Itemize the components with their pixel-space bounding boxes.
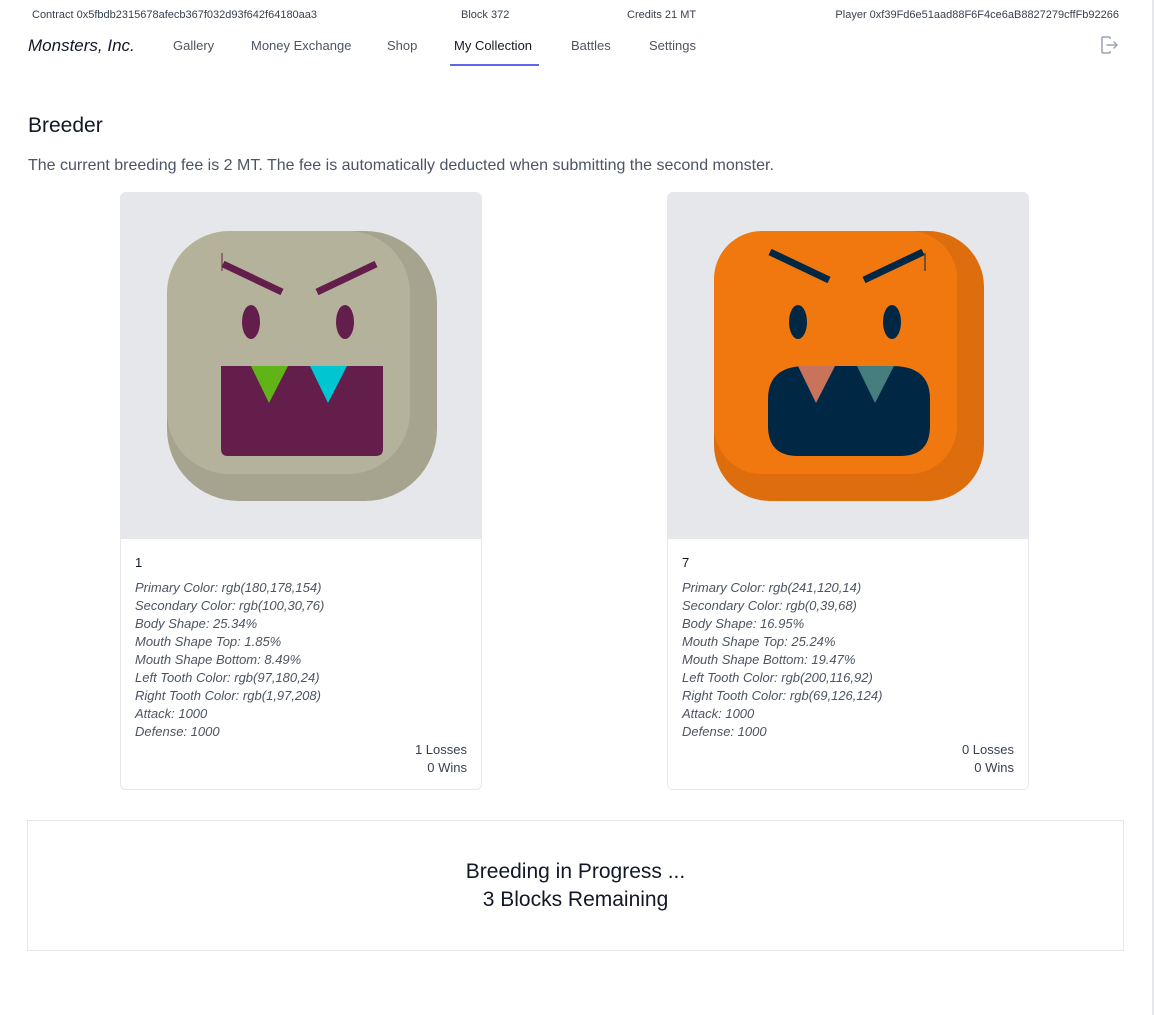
breeding-status-text: Breeding in Progress ... bbox=[465, 860, 686, 883]
attr-mouth-bottom: Mouth Shape Bottom: 8.49% bbox=[135, 652, 302, 667]
nav-gallery[interactable]: Gallery bbox=[173, 38, 214, 53]
contract-address: Contract 0x5fbdb2315678afecb367f032d93f6… bbox=[32, 9, 318, 21]
monster-image bbox=[121, 193, 481, 539]
battle-record: 1 Losses 0 Wins bbox=[415, 741, 467, 777]
credits-balance: Credits 21 MT bbox=[627, 9, 697, 21]
attr-right-tooth-color: Right Tooth Color: rgb(1,97,208) bbox=[135, 688, 321, 703]
nav-settings[interactable]: Settings bbox=[649, 38, 696, 53]
monster-avatar-1 bbox=[167, 231, 437, 501]
attr-body-shape: Body Shape: 25.34% bbox=[135, 616, 258, 631]
breeding-fee-text: The current breeding fee is 2 MT. The fe… bbox=[28, 157, 774, 174]
nav-my-collection[interactable]: My Collection bbox=[454, 38, 532, 53]
page-title: Breeder bbox=[28, 114, 103, 137]
monster-attributes: Primary Color: rgb(180,178,154) Secondar… bbox=[135, 579, 324, 741]
breeding-status-panel: Breeding in Progress ... 3 Blocks Remain… bbox=[27, 820, 1124, 951]
attr-mouth-top: Mouth Shape Top: 25.24% bbox=[682, 634, 836, 649]
player-address: Player 0xf39Fd6e51aad88F6F4ce6aB8827279c… bbox=[835, 9, 1119, 21]
losses-count: 0 Losses bbox=[961, 742, 1014, 757]
attr-defense: Defense: 1000 bbox=[135, 724, 220, 739]
blocks-remaining-text: 3 Blocks Remaining bbox=[482, 888, 669, 911]
attr-primary-color: Primary Color: rgb(241,120,14) bbox=[682, 580, 862, 595]
monster-avatar-7 bbox=[714, 231, 984, 501]
attr-primary-color: Primary Color: rgb(180,178,154) bbox=[135, 580, 322, 595]
block-number: Block 372 bbox=[461, 9, 510, 21]
wins-count: 0 Wins bbox=[974, 760, 1014, 775]
logout-icon[interactable] bbox=[1099, 35, 1119, 55]
attr-mouth-top: Mouth Shape Top: 1.85% bbox=[135, 634, 282, 649]
battle-record: 0 Losses 0 Wins bbox=[962, 741, 1014, 777]
attr-attack: Attack: 1000 bbox=[135, 706, 208, 721]
nav-money-exchange[interactable]: Money Exchange bbox=[251, 38, 351, 53]
nav-shop[interactable]: Shop bbox=[387, 38, 417, 53]
attr-left-tooth-color: Left Tooth Color: rgb(200,116,92) bbox=[682, 670, 873, 685]
monster-card-1[interactable]: 1 Primary Color: rgb(180,178,154) Second… bbox=[120, 192, 482, 790]
losses-count: 1 Losses bbox=[414, 742, 467, 757]
attr-attack: Attack: 1000 bbox=[682, 706, 755, 721]
attr-mouth-bottom: Mouth Shape Bottom: 19.47% bbox=[682, 652, 856, 667]
monster-attributes: Primary Color: rgb(241,120,14) Secondary… bbox=[682, 579, 882, 741]
attr-secondary-color: Secondary Color: rgb(0,39,68) bbox=[682, 598, 857, 613]
attr-body-shape: Body Shape: 16.95% bbox=[682, 616, 805, 631]
attr-right-tooth-color: Right Tooth Color: rgb(69,126,124) bbox=[682, 688, 883, 703]
attr-left-tooth-color: Left Tooth Color: rgb(97,180,24) bbox=[135, 670, 320, 685]
chain-info-bar: Contract 0x5fbdb2315678afecb367f032d93f6… bbox=[0, 9, 1154, 23]
monster-id: 7 bbox=[682, 555, 690, 570]
attr-secondary-color: Secondary Color: rgb(100,30,76) bbox=[135, 598, 325, 613]
brand-logo[interactable]: Monsters, Inc. bbox=[28, 36, 135, 56]
monster-card-7[interactable]: 7 Primary Color: rgb(241,120,14) Seconda… bbox=[667, 192, 1029, 790]
wins-count: 0 Wins bbox=[427, 760, 467, 775]
monster-id: 1 bbox=[135, 555, 143, 570]
attr-defense: Defense: 1000 bbox=[682, 724, 767, 739]
active-tab-indicator bbox=[450, 64, 539, 66]
monster-image bbox=[668, 193, 1028, 539]
nav-battles[interactable]: Battles bbox=[571, 38, 611, 53]
